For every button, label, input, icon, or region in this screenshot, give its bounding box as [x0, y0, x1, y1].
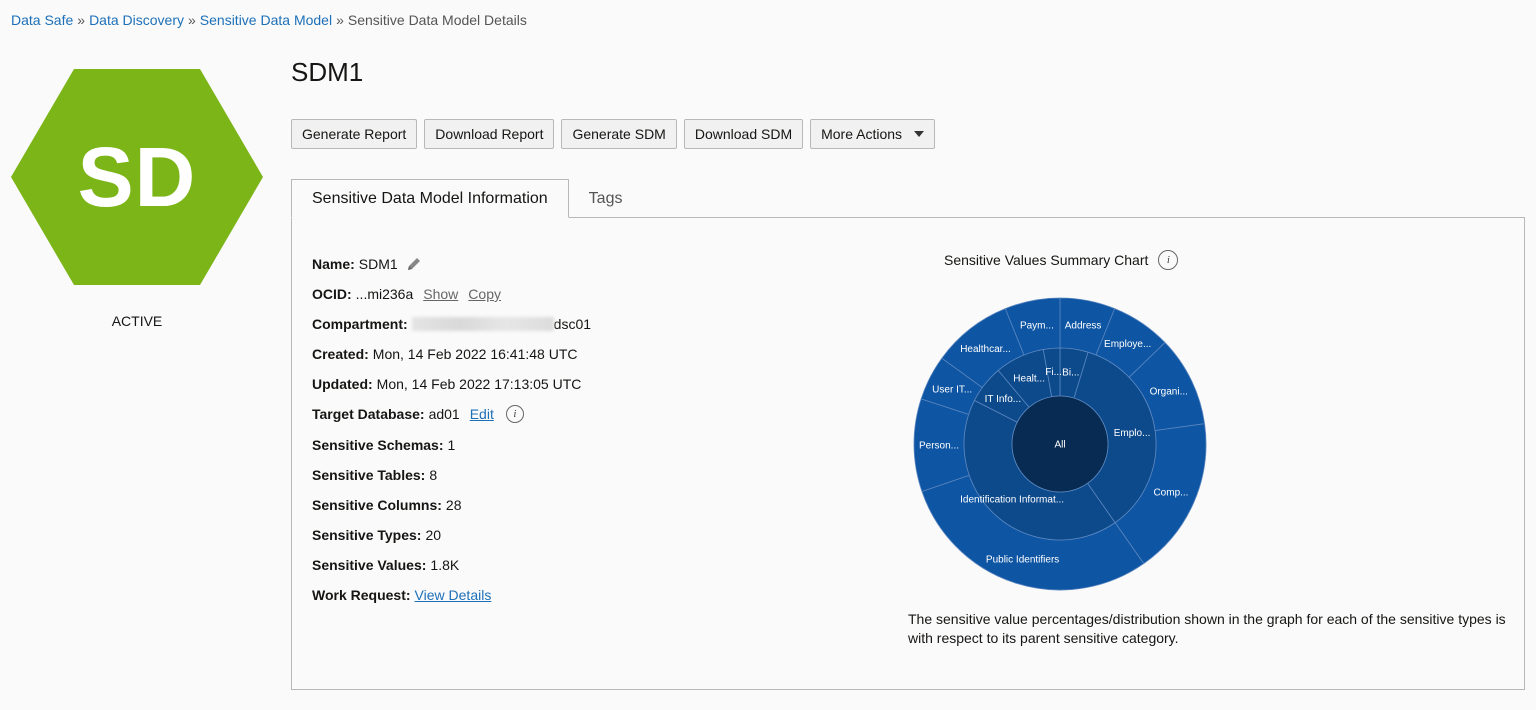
created-value: Mon, 14 Feb 2022 16:41:48 UTC	[372, 346, 578, 362]
detail-row-target-database: Target Database: ad01 Edit i	[312, 399, 524, 429]
ocid-value: ...mi236a	[355, 286, 414, 302]
sensitive-values-sunburst-chart[interactable]: AddressEmploye... Organi... Comp... Public …	[912, 296, 1208, 592]
updated-label: Updated:	[312, 376, 373, 392]
work-request-label: Work Request:	[312, 587, 411, 603]
outer-ring-label: Healthcar...	[960, 344, 1011, 355]
breadcrumb-data-discovery[interactable]: Data Discovery	[89, 12, 184, 28]
outer-ring-label: Public Identifiers	[986, 555, 1059, 566]
compartment-value: dsc01	[553, 316, 592, 332]
details-panel: Name: SDM1 OCID: ...mi236a Show Copy Com…	[291, 217, 1525, 690]
sensitive-tables-value: 8	[429, 467, 438, 483]
outer-ring-label: Organi...	[1150, 386, 1188, 397]
outer-ring-label: Paym...	[1020, 321, 1054, 332]
detail-row-updated: Updated: Mon, 14 Feb 2022 17:13:05 UTC	[312, 369, 581, 399]
download-sdm-button[interactable]: Download SDM	[683, 119, 804, 149]
sensitive-schemas-value: 1	[447, 437, 456, 453]
breadcrumb-current: Sensitive Data Model Details	[347, 12, 527, 28]
name-value: SDM1	[358, 256, 398, 272]
caret-down-icon	[914, 131, 925, 137]
center-label: All	[1054, 440, 1065, 451]
updated-value: Mon, 14 Feb 2022 17:13:05 UTC	[376, 376, 582, 392]
chart-title: Sensitive Values Summary Chart i	[944, 250, 1179, 270]
detail-row-values: Sensitive Values: 1.8K	[312, 550, 459, 580]
target-database-label: Target Database:	[312, 406, 425, 422]
breadcrumb-separator: »	[336, 12, 344, 28]
mid-ring-label: Healt...	[1013, 373, 1045, 384]
mid-ring-label: Bi...	[1062, 367, 1079, 378]
breadcrumb-separator: »	[187, 12, 196, 28]
generate-sdm-button[interactable]: Generate SDM	[561, 119, 677, 149]
sensitive-types-value: 20	[425, 527, 442, 543]
outer-ring-label: Comp...	[1153, 488, 1188, 499]
redacted-compartment	[411, 317, 554, 331]
resource-hexagon-badge: SD	[11, 69, 263, 285]
page-title: SDM1	[291, 57, 364, 87]
created-label: Created:	[312, 346, 369, 362]
tab-bar: Sensitive Data Model Information Tags	[291, 179, 642, 218]
detail-row-ocid: OCID: ...mi236a Show Copy	[312, 279, 501, 309]
tab-sdm-information[interactable]: Sensitive Data Model Information	[291, 179, 569, 218]
outer-ring-label: Person...	[919, 441, 959, 452]
target-database-edit-link[interactable]: Edit	[470, 406, 494, 422]
info-icon[interactable]: i	[505, 405, 524, 423]
mid-ring-label: Emplo...	[1114, 428, 1151, 439]
edit-pencil-icon[interactable]	[406, 256, 422, 272]
detail-row-created: Created: Mon, 14 Feb 2022 16:41:48 UTC	[312, 339, 577, 369]
more-actions-label: More Actions	[821, 126, 903, 142]
action-toolbar: Generate Report Download Report Generate…	[291, 119, 936, 149]
detail-row-name: Name: SDM1	[312, 249, 422, 279]
outer-ring-label: Address	[1065, 321, 1102, 332]
detail-row-columns: Sensitive Columns: 28	[312, 490, 462, 520]
more-actions-button[interactable]: More Actions	[810, 119, 936, 149]
outer-ring-label: User IT...	[932, 385, 972, 396]
breadcrumb-data-safe[interactable]: Data Safe	[11, 12, 73, 28]
name-label: Name:	[312, 256, 355, 272]
ocid-label: OCID:	[312, 286, 352, 302]
detail-row-schemas: Sensitive Schemas: 1	[312, 430, 455, 460]
tab-tags[interactable]: Tags	[569, 179, 643, 218]
sensitive-types-label: Sensitive Types:	[312, 527, 422, 543]
ocid-show-link[interactable]: Show	[423, 286, 458, 302]
sensitive-values-label: Sensitive Values:	[312, 557, 427, 573]
mid-ring-label: Fi...	[1045, 367, 1062, 378]
badge-text: SD	[77, 129, 197, 224]
target-database-value: ad01	[428, 406, 460, 422]
breadcrumb: Data Safe» Data Discovery» Sensitive Data …	[11, 12, 527, 28]
mid-ring-label: IT Info...	[985, 394, 1022, 405]
breadcrumb-sensitive-data-model[interactable]: Sensitive Data Model	[200, 12, 332, 28]
detail-row-types: Sensitive Types: 20	[312, 520, 441, 550]
outer-ring-label: Employe...	[1104, 339, 1151, 350]
mid-ring-label: Identification Informat...	[960, 495, 1064, 506]
sensitive-values-value: 1.8K	[430, 557, 460, 573]
detail-row-compartment: Compartment: dsc01	[312, 309, 591, 339]
detail-row-tables: Sensitive Tables: 8	[312, 460, 437, 490]
download-report-button[interactable]: Download Report	[424, 119, 555, 149]
sensitive-columns-label: Sensitive Columns:	[312, 497, 442, 513]
compartment-label: Compartment:	[312, 316, 408, 332]
sensitive-tables-label: Sensitive Tables:	[312, 467, 426, 483]
chart-title-text: Sensitive Values Summary Chart	[944, 252, 1149, 268]
chart-note: The sensitive value percentages/distribu…	[908, 611, 1506, 646]
ocid-copy-link[interactable]: Copy	[468, 286, 501, 302]
status-label: ACTIVE	[111, 313, 163, 329]
view-details-link[interactable]: View Details	[415, 587, 492, 603]
sensitive-schemas-label: Sensitive Schemas:	[312, 437, 444, 453]
breadcrumb-separator: »	[77, 12, 86, 28]
sensitive-columns-value: 28	[445, 497, 462, 513]
generate-report-button[interactable]: Generate Report	[291, 119, 418, 149]
chart-info-icon[interactable]: i	[1158, 250, 1179, 270]
detail-row-work-request: Work Request: View Details	[312, 580, 491, 610]
